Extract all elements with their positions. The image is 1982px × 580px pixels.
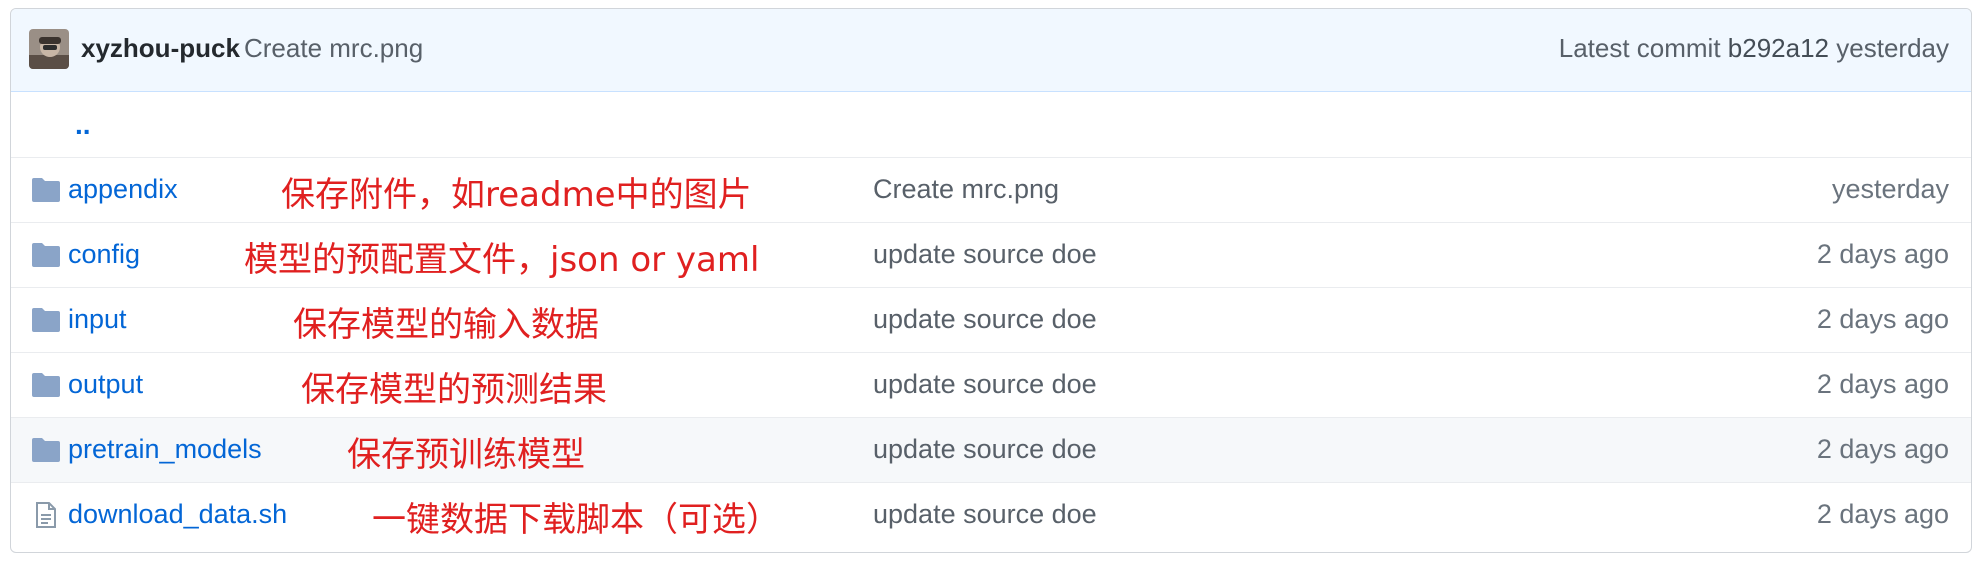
file-name-link[interactable]: output — [68, 369, 143, 400]
annotation-note: 保存附件，如readme中的图片 — [281, 175, 752, 215]
commit-message-link[interactable]: update source doe — [873, 304, 1097, 335]
file-age: 2 days ago — [1816, 369, 1949, 399]
file-row: appendix 保存附件，如readme中的图片 Create mrc.png… — [11, 157, 1971, 222]
file-row: pretrain_models 保存预训练模型 update source do… — [11, 417, 1971, 482]
file-age: 2 days ago — [1816, 434, 1949, 464]
annotation-note: 保存预训练模型 — [347, 435, 585, 475]
commit-message-link[interactable]: update source doe — [873, 369, 1097, 400]
commit-message-link[interactable]: update source doe — [873, 499, 1097, 530]
file-name-link[interactable]: download_data.sh — [68, 499, 287, 530]
latest-commit-label: Latest commit — [1558, 33, 1721, 63]
file-row: config 模型的预配置文件，json or yaml update sour… — [11, 222, 1971, 287]
commit-message-link[interactable]: update source doe — [873, 239, 1097, 270]
latest-commit-bar: xyzhou-puck Create mrc.png Latest commit… — [11, 9, 1971, 92]
commit-message-link[interactable]: Create mrc.png — [873, 174, 1059, 205]
folder-icon — [32, 373, 60, 397]
parent-directory-link[interactable]: .. — [75, 109, 91, 141]
file-icon — [36, 502, 56, 528]
file-age: yesterday — [1831, 174, 1949, 204]
avatar[interactable] — [29, 29, 69, 69]
annotation-note: 保存模型的输入数据 — [293, 305, 599, 345]
file-age: 2 days ago — [1816, 304, 1949, 334]
file-browser: xyzhou-puck Create mrc.png Latest commit… — [10, 8, 1972, 553]
commit-age: yesterday — [1836, 33, 1949, 63]
file-name-link[interactable]: pretrain_models — [68, 434, 262, 465]
file-name-link[interactable]: appendix — [68, 174, 178, 205]
file-name-link[interactable]: input — [68, 304, 127, 335]
folder-icon — [32, 308, 60, 332]
commit-message[interactable]: Create mrc.png — [244, 33, 423, 64]
parent-directory-row[interactable]: .. — [11, 91, 1971, 157]
folder-icon — [32, 243, 60, 267]
file-row: input 保存模型的输入数据 update source doe 2 days… — [11, 287, 1971, 352]
file-age: 2 days ago — [1816, 239, 1949, 269]
folder-icon — [32, 438, 60, 462]
file-row: download_data.sh 一键数据下载脚本（可选） update sou… — [11, 482, 1971, 547]
file-age: 2 days ago — [1816, 499, 1949, 529]
annotation-note: 一键数据下载脚本（可选） — [372, 500, 780, 540]
annotation-note: 保存模型的预测结果 — [301, 370, 607, 410]
folder-icon — [32, 178, 60, 202]
commit-sha[interactable]: b292a12 — [1728, 33, 1829, 63]
file-name-link[interactable]: config — [68, 239, 140, 270]
latest-commit-info: Latest commit b292a12 yesterday — [1559, 33, 1949, 64]
commit-author[interactable]: xyzhou-puck — [81, 33, 240, 64]
file-row: output 保存模型的预测结果 update source doe 2 day… — [11, 352, 1971, 417]
annotation-note: 模型的预配置文件，json or yaml — [244, 240, 760, 280]
commit-message-link[interactable]: update source doe — [873, 434, 1097, 465]
